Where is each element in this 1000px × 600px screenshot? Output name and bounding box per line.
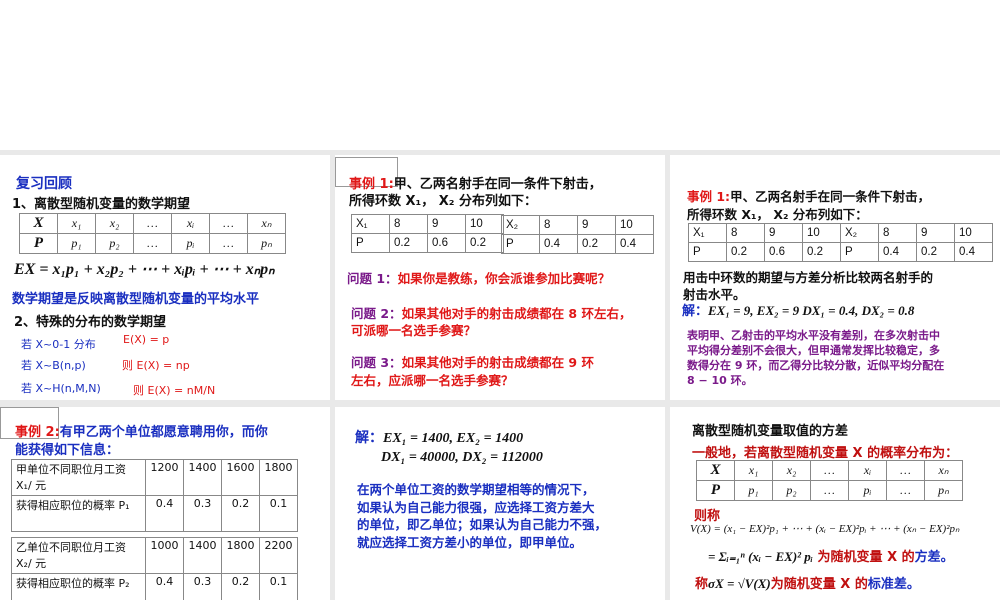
distribution-table: Xx₁ x₂… xᵢ… xₙ Pp₁ p₂… pᵢ… pₙ <box>696 460 963 501</box>
sd-prefix: 称 <box>695 577 709 592</box>
x1-table: X₁ 8 9 10 P 0.2 0.6 0.2 <box>351 214 504 253</box>
sd-formula: σX = √V(X) <box>708 576 771 591</box>
variance-formula: V(X) = (x₁ − EX)²p₁ + ⋯ + (xᵢ − EX)²pᵢ +… <box>690 523 960 535</box>
slide-1[interactable]: 复习回顾 1、离散型随机变量的数学期望 Xx₁ x₂… xᵢ… xₙ Pp₁ p₂… pᵢ… <box>0 155 330 400</box>
intro-text: 所得环数 X₁， X₂ 分布列如下： <box>687 207 868 222</box>
question-label: 问题 1： <box>347 271 398 286</box>
slide-4[interactable]: 事例 2:有甲乙两个单位都愿意聘用你，而你 能获得如下信息： 甲单位不同职位月工… <box>0 407 330 600</box>
variance-result: DX₁ = 40000, DX₂ = 112000 <box>381 450 543 465</box>
solution-label: 解： <box>682 304 709 319</box>
conclusion: 表明甲、乙射击的平均水平没有差别，在多次射击中 平均得分差别不会很大，但甲通常发挥… <box>687 329 945 387</box>
case-cond: 若 X~0-1 分布 <box>21 338 96 351</box>
case-result: E(X) = p <box>123 333 170 346</box>
expectation-result: EX₁ = 1400, EX₂ = 1400 <box>383 431 524 446</box>
sd-term: 标准差。 <box>867 577 920 592</box>
question-text: 如果其他对手的射击成绩都在 9 环 <box>401 355 594 370</box>
solution-formula: EX₁ = 9, EX₂ = 9 DX₁ = 0.4, DX₂ = 0.8 <box>708 303 915 318</box>
variance-term: 方差。 <box>914 550 954 565</box>
variance-text: 为随机变量 X 的 <box>817 550 915 565</box>
case-cond: 若 X~B(n,p) <box>21 359 86 372</box>
slide-3[interactable]: 事例 1:甲、乙两名射手在同一条件下射击， 所得环数 X₁， X₂ 分布列如下：… <box>670 155 1000 400</box>
slide-5[interactable]: 解：EX₁ = 1400, EX₂ = 1400 DX₁ = 40000, DX… <box>335 407 665 600</box>
intro-text: 一般地，若离散型随机变量 X 的概率分布为： <box>692 446 959 461</box>
question-text: 如果其他对手的射击成绩都在 8 环左右， <box>401 306 632 321</box>
slide-6[interactable]: 离散型随机变量取值的方差 一般地，若离散型随机变量 X 的概率分布为： Xx₁ x… <box>670 407 1000 600</box>
expectation-formula: EX = x₁p₁ + x₂p₂ + ⋯ + xᵢpᵢ + ⋯ + xₙpₙ <box>14 261 275 278</box>
salary-table-a: 甲单位不同职位月工资 X₁/ 元 1200 1400 1600 1800 获得相应职位的… <box>11 459 298 532</box>
case-result: 则 E(X) = nM/N <box>133 384 216 397</box>
question-text: 可派哪一名选手参赛？ <box>351 323 477 338</box>
note: 数学期望是反映离散型随机变量的平均水平 <box>12 292 260 307</box>
question-text: 如果你是教练，你会派谁参加比赛呢？ <box>397 271 611 286</box>
sum-formula: = Σᵢ₌₁ⁿ (xᵢ − EX)² pᵢ <box>708 549 814 564</box>
distribution-table: Xx₁ x₂… xᵢ… xₙ Pp₁ p₂… pᵢ… pₙ <box>19 213 286 254</box>
x2-table: X₂ 8 9 10 P 0.4 0.2 0.4 <box>840 223 993 262</box>
case-cond: 若 X~H(n,M,N) <box>21 382 101 395</box>
blank-area <box>0 0 1000 150</box>
question-label: 问题 3： <box>351 355 402 370</box>
question-label: 问题 2： <box>351 306 402 321</box>
conclusion: 在两个单位工资的数学期望相等的情况下， 如果认为自己能力很强，应选择工资方差大 的单… <box>357 482 608 550</box>
solution-label: 解： <box>355 430 383 446</box>
slide-title: 复习回顾 <box>16 176 72 192</box>
salary-table-b: 乙单位不同职位月工资 X₂/ 元 1000 1400 1800 2200 获得相应职位的… <box>11 537 298 600</box>
slide-title: 离散型随机变量取值的方差 <box>692 424 849 439</box>
heading-2: 2、特殊的分布的数学期望 <box>14 315 167 330</box>
x1-table: X₁ 8 9 10 P 0.2 0.6 0.2 <box>688 223 841 262</box>
slide-2[interactable]: 事例 1:甲、乙两名射手在同一条件下射击， 所得环数 X₁， X₂ 分布列如下：… <box>335 155 665 400</box>
case-result: 则 E(X) = np <box>122 359 190 372</box>
example-label: 事例 1: <box>687 189 731 204</box>
question-text: 左右，应派哪一名选手参赛？ <box>351 373 514 388</box>
slide-sorter-grid: 复习回顾 1、离散型随机变量的数学期望 Xx₁ x₂… xᵢ… xₙ Pp₁ p₂… pᵢ… <box>0 150 1000 600</box>
example-label: 事例 2: <box>15 425 60 440</box>
heading-1: 1、离散型随机变量的数学期望 <box>12 197 191 212</box>
intro-text: 所得环数 X₁， X₂ 分布列如下： <box>349 194 538 209</box>
sd-text: 为随机变量 X 的 <box>770 577 868 592</box>
x2-table: X₂ 8 9 10 P 0.4 0.2 0.4 <box>501 215 654 254</box>
intro-text: 甲、乙两名射手在同一条件下射击， <box>730 189 931 204</box>
intro-text: 能获得如下信息： <box>15 443 120 458</box>
intro-text: 有甲乙两个单位都愿意聘用你，而你 <box>59 425 268 440</box>
